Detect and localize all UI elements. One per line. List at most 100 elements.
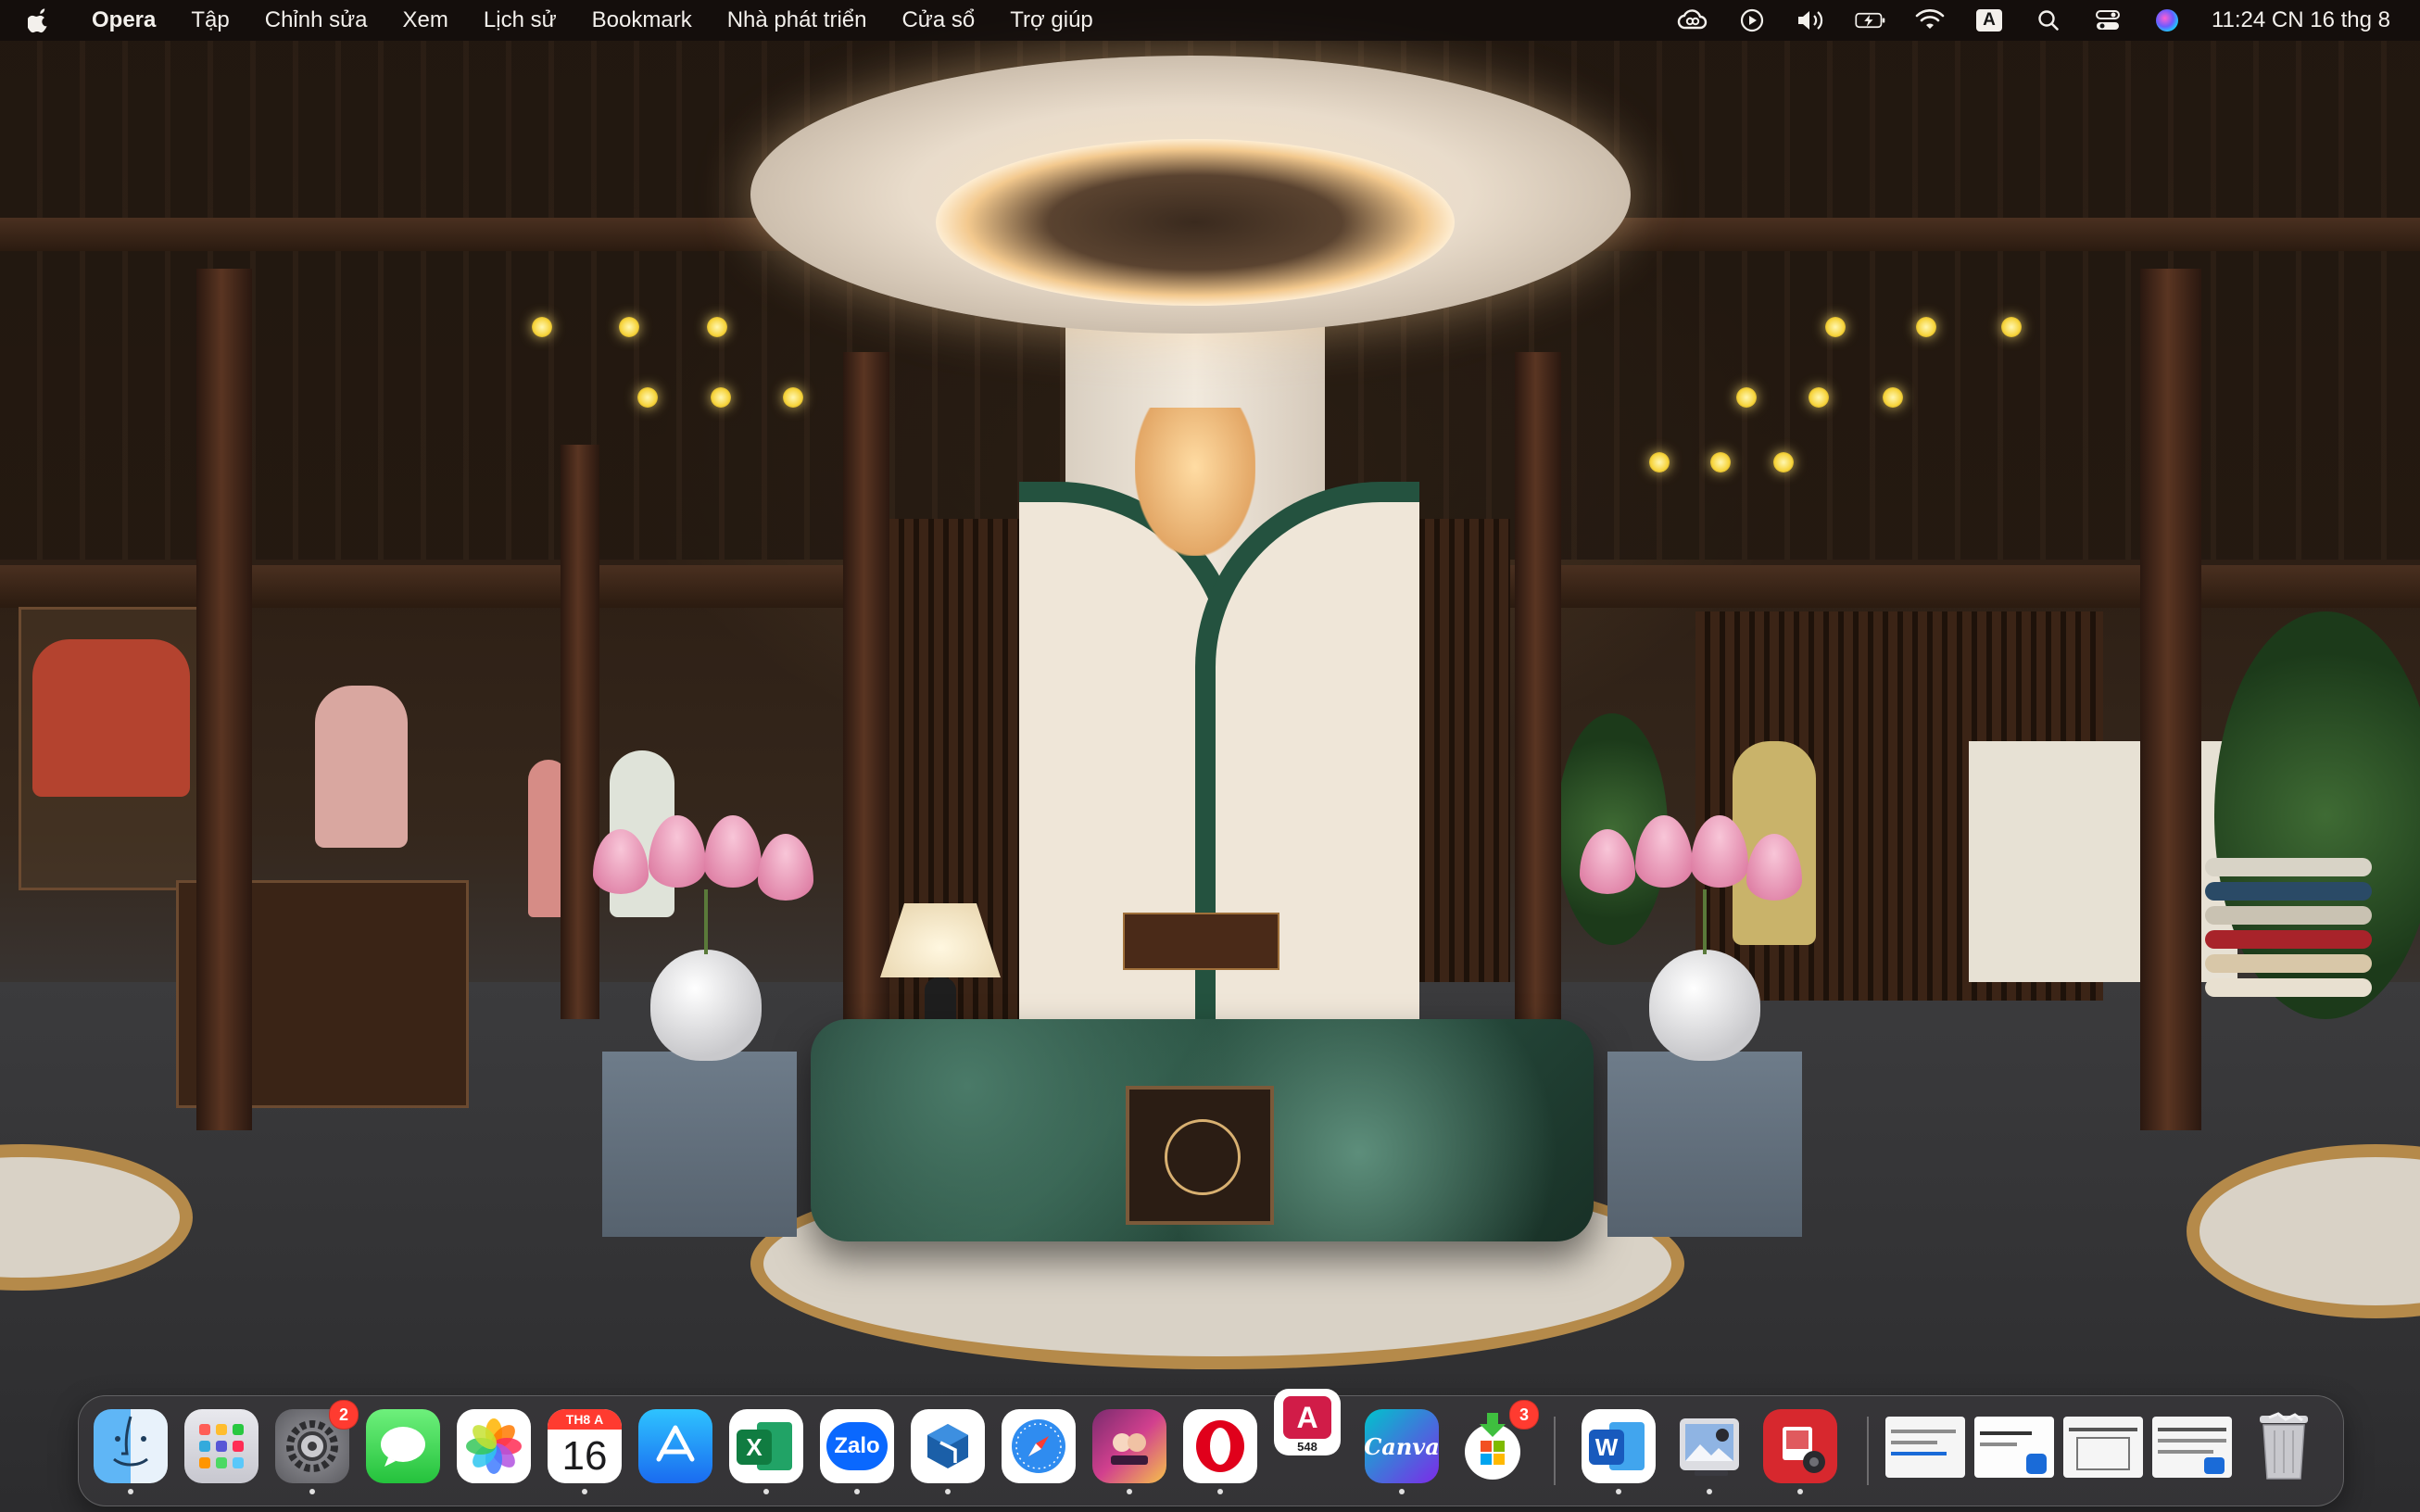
excel-icon: X	[737, 1430, 772, 1465]
running-indicator	[945, 1489, 951, 1494]
wallpaper-light	[783, 387, 803, 408]
running-indicator	[763, 1489, 769, 1494]
trash-icon	[2247, 1409, 2321, 1483]
siri-icon[interactable]	[2151, 8, 2183, 32]
dock-game[interactable]	[1092, 1409, 1166, 1483]
wallpaper-light	[1809, 387, 1829, 408]
input-source-label: A	[1975, 9, 2002, 32]
calendar-month-header: TH8 A	[548, 1409, 622, 1430]
dock-finder[interactable]	[94, 1409, 168, 1483]
menu-developer[interactable]: Nhà phát triển	[710, 7, 885, 33]
wallpaper-counter-logo	[1126, 1086, 1274, 1225]
wallpaper-light	[532, 317, 552, 337]
calendar-month: TH8	[565, 1412, 591, 1427]
wifi-icon[interactable]	[1914, 8, 1946, 32]
running-indicator	[128, 1489, 133, 1494]
spotlight-search-icon[interactable]	[2033, 8, 2064, 32]
menu-bar-left: Opera Tập Chỉnh sửa Xem Lịch sử Bookmark…	[0, 0, 1111, 41]
menu-file[interactable]: Tập	[173, 7, 246, 33]
volume-icon[interactable]	[1796, 8, 1827, 32]
wallpaper-pillar	[843, 352, 889, 1056]
dock-launchpad[interactable]	[184, 1409, 258, 1483]
menu-view[interactable]: Xem	[385, 7, 466, 33]
wallpaper-light	[711, 387, 731, 408]
running-indicator	[1399, 1489, 1405, 1494]
dock-separator	[1554, 1417, 1556, 1485]
play-circle-icon[interactable]	[1736, 8, 1768, 32]
wallpaper-pillar	[561, 445, 599, 1019]
sketchup-icon	[911, 1409, 985, 1483]
menu-edit[interactable]: Chỉnh sửa	[247, 7, 385, 33]
dock-messages[interactable]	[366, 1409, 440, 1483]
control-center-icon[interactable]	[2092, 8, 2124, 32]
messages-icon	[366, 1409, 440, 1483]
dock-system-settings[interactable]: 2	[275, 1400, 359, 1483]
wallpaper-robe	[315, 686, 408, 848]
wallpaper-light	[707, 317, 727, 337]
dock-sketchup[interactable]	[911, 1409, 985, 1483]
dock-canva[interactable]: Canva	[1364, 1409, 1440, 1483]
wallpaper-sign	[1123, 913, 1279, 970]
wallpaper-pillar	[2140, 269, 2201, 1130]
dock-word[interactable]: W	[1582, 1409, 1656, 1483]
running-indicator	[1797, 1489, 1803, 1494]
dock-calendar[interactable]: TH8 A 16	[548, 1409, 622, 1483]
menu-help[interactable]: Trợ giúp	[992, 7, 1111, 33]
battery-charging-icon[interactable]	[1855, 8, 1886, 32]
menu-bar-clock[interactable]: 11:24 CN 16 thg 8	[2212, 7, 2390, 33]
wallpaper-vase	[650, 950, 762, 1061]
window-thumbnail-2[interactable]	[1974, 1417, 2054, 1478]
apple-menu-icon[interactable]	[26, 7, 50, 33]
dock-photo-booth[interactable]	[1763, 1409, 1837, 1483]
app-menu-opera[interactable]: Opera	[74, 7, 173, 33]
wallpaper-light	[1710, 452, 1731, 472]
dock-opera[interactable]	[1183, 1409, 1257, 1483]
menu-window[interactable]: Cửa sổ	[884, 7, 992, 33]
dock-affinity[interactable]: A 548	[1274, 1389, 1341, 1455]
safari-icon	[1002, 1409, 1076, 1483]
wallpaper-vase	[1649, 950, 1760, 1061]
wallpaper-lotus	[704, 815, 762, 888]
dock-zalo[interactable]: Zalo	[820, 1409, 894, 1483]
calendar-day: 16	[561, 1433, 608, 1479]
dock-preview[interactable]	[1672, 1409, 1746, 1483]
running-indicator	[1127, 1489, 1132, 1494]
dock-trash[interactable]	[2247, 1409, 2321, 1483]
app-store-icon	[638, 1409, 712, 1483]
wallpaper-pillar	[1515, 352, 1561, 1056]
affinity-icon: A	[1283, 1396, 1331, 1439]
wallpaper-light	[1883, 387, 1903, 408]
window-thumbnail-1[interactable]	[1885, 1417, 1965, 1478]
wallpaper-light	[637, 387, 658, 408]
desktop-wallpaper	[0, 0, 2420, 1512]
dock-microsoft-installer[interactable]: 3	[1456, 1400, 1539, 1483]
running-indicator	[1217, 1489, 1223, 1494]
dock-photos[interactable]	[457, 1409, 531, 1483]
wallpaper-lotus	[758, 834, 813, 901]
window-thumbnail-4[interactable]	[2152, 1417, 2232, 1478]
game-icon	[1092, 1409, 1166, 1483]
wallpaper-light	[619, 317, 639, 337]
notification-badge: 3	[1509, 1400, 1539, 1430]
wallpaper-robe	[32, 639, 190, 797]
window-thumbnail-3[interactable]	[2063, 1417, 2143, 1478]
wallpaper-fabric-rack	[2205, 852, 2372, 1093]
wallpaper-light	[2001, 317, 2022, 337]
dock-excel[interactable]: X	[729, 1409, 803, 1483]
menu-history[interactable]: Lịch sử	[466, 7, 574, 33]
dock-app-store[interactable]	[638, 1409, 712, 1483]
dock-separator	[1867, 1417, 1869, 1485]
zalo-icon: Zalo	[820, 1409, 894, 1483]
opera-icon	[1183, 1409, 1257, 1483]
running-indicator	[582, 1489, 587, 1494]
photos-icon	[457, 1409, 531, 1483]
wallpaper-canopy-light	[936, 139, 1455, 306]
dock-safari[interactable]	[1002, 1409, 1076, 1483]
menu-bar-status-area: A 11:24 CN 16 thg 8	[1663, 0, 2420, 41]
menu-bookmarks[interactable]: Bookmark	[574, 7, 710, 33]
input-source-icon[interactable]: A	[1973, 8, 2005, 32]
launchpad-icon	[184, 1409, 258, 1483]
wallpaper-pedestal	[1607, 1052, 1802, 1237]
wallpaper-lotus-light	[1135, 408, 1255, 556]
creative-cloud-icon[interactable]	[1677, 8, 1708, 32]
